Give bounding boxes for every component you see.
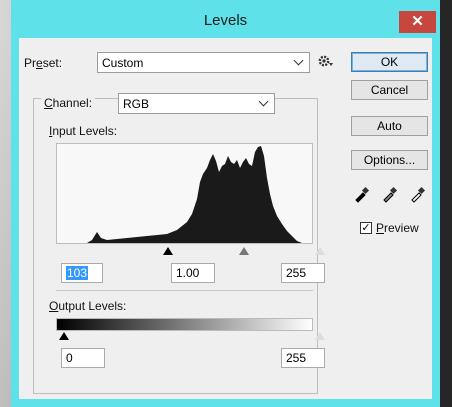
- input-white-field[interactable]: 255: [281, 263, 325, 283]
- output-black-slider[interactable]: [59, 332, 69, 340]
- preset-select[interactable]: Custom: [97, 52, 310, 73]
- histogram: [56, 143, 313, 244]
- preview-label[interactable]: Preview: [376, 221, 419, 235]
- levels-dialog: Levels ✕ Preset: Custom OK Cancel Auto O…: [11, 0, 440, 407]
- input-black-slider[interactable]: [163, 247, 173, 255]
- input-gamma-slider[interactable]: [239, 247, 249, 255]
- output-levels-label: Output Levels:: [49, 299, 127, 313]
- output-gradient: [56, 318, 313, 331]
- output-white-field[interactable]: 255: [281, 348, 325, 368]
- gear-icon[interactable]: [317, 53, 335, 71]
- preset-label: Preset:: [24, 56, 63, 70]
- preview-checkbox[interactable]: ✓: [360, 222, 372, 234]
- close-icon: ✕: [411, 13, 424, 30]
- divider: [56, 290, 313, 291]
- dialog-body: Preset: Custom OK Cancel Auto Options...: [19, 38, 432, 399]
- channel-value: RGB: [123, 97, 150, 111]
- white-point-eyedropper-icon[interactable]: [409, 185, 427, 206]
- ok-button[interactable]: OK: [351, 52, 428, 72]
- cancel-button[interactable]: Cancel: [351, 80, 428, 100]
- dialog-title: Levels: [203, 12, 248, 29]
- input-black-field[interactable]: 103: [61, 263, 103, 283]
- gray-point-eyedropper-icon[interactable]: [381, 185, 399, 206]
- title-bar[interactable]: Levels ✕: [11, 0, 440, 38]
- close-button[interactable]: ✕: [399, 11, 436, 33]
- auto-button[interactable]: Auto: [351, 116, 428, 136]
- black-point-eyedropper-icon[interactable]: [353, 185, 371, 206]
- output-black-field[interactable]: 0: [61, 348, 105, 368]
- input-white-slider[interactable]: [315, 247, 325, 255]
- channel-label: Channel:: [41, 96, 96, 110]
- options-button[interactable]: Options...: [351, 150, 428, 170]
- histogram-graph: [57, 146, 312, 243]
- output-white-slider[interactable]: [315, 332, 325, 340]
- channel-select[interactable]: RGB: [118, 93, 275, 114]
- chevron-down-icon: [293, 55, 304, 66]
- input-gamma-field[interactable]: 1.00: [171, 263, 215, 283]
- chevron-down-icon: [258, 96, 269, 107]
- input-levels-label: Input Levels:: [49, 124, 118, 138]
- preset-value: Custom: [102, 56, 144, 70]
